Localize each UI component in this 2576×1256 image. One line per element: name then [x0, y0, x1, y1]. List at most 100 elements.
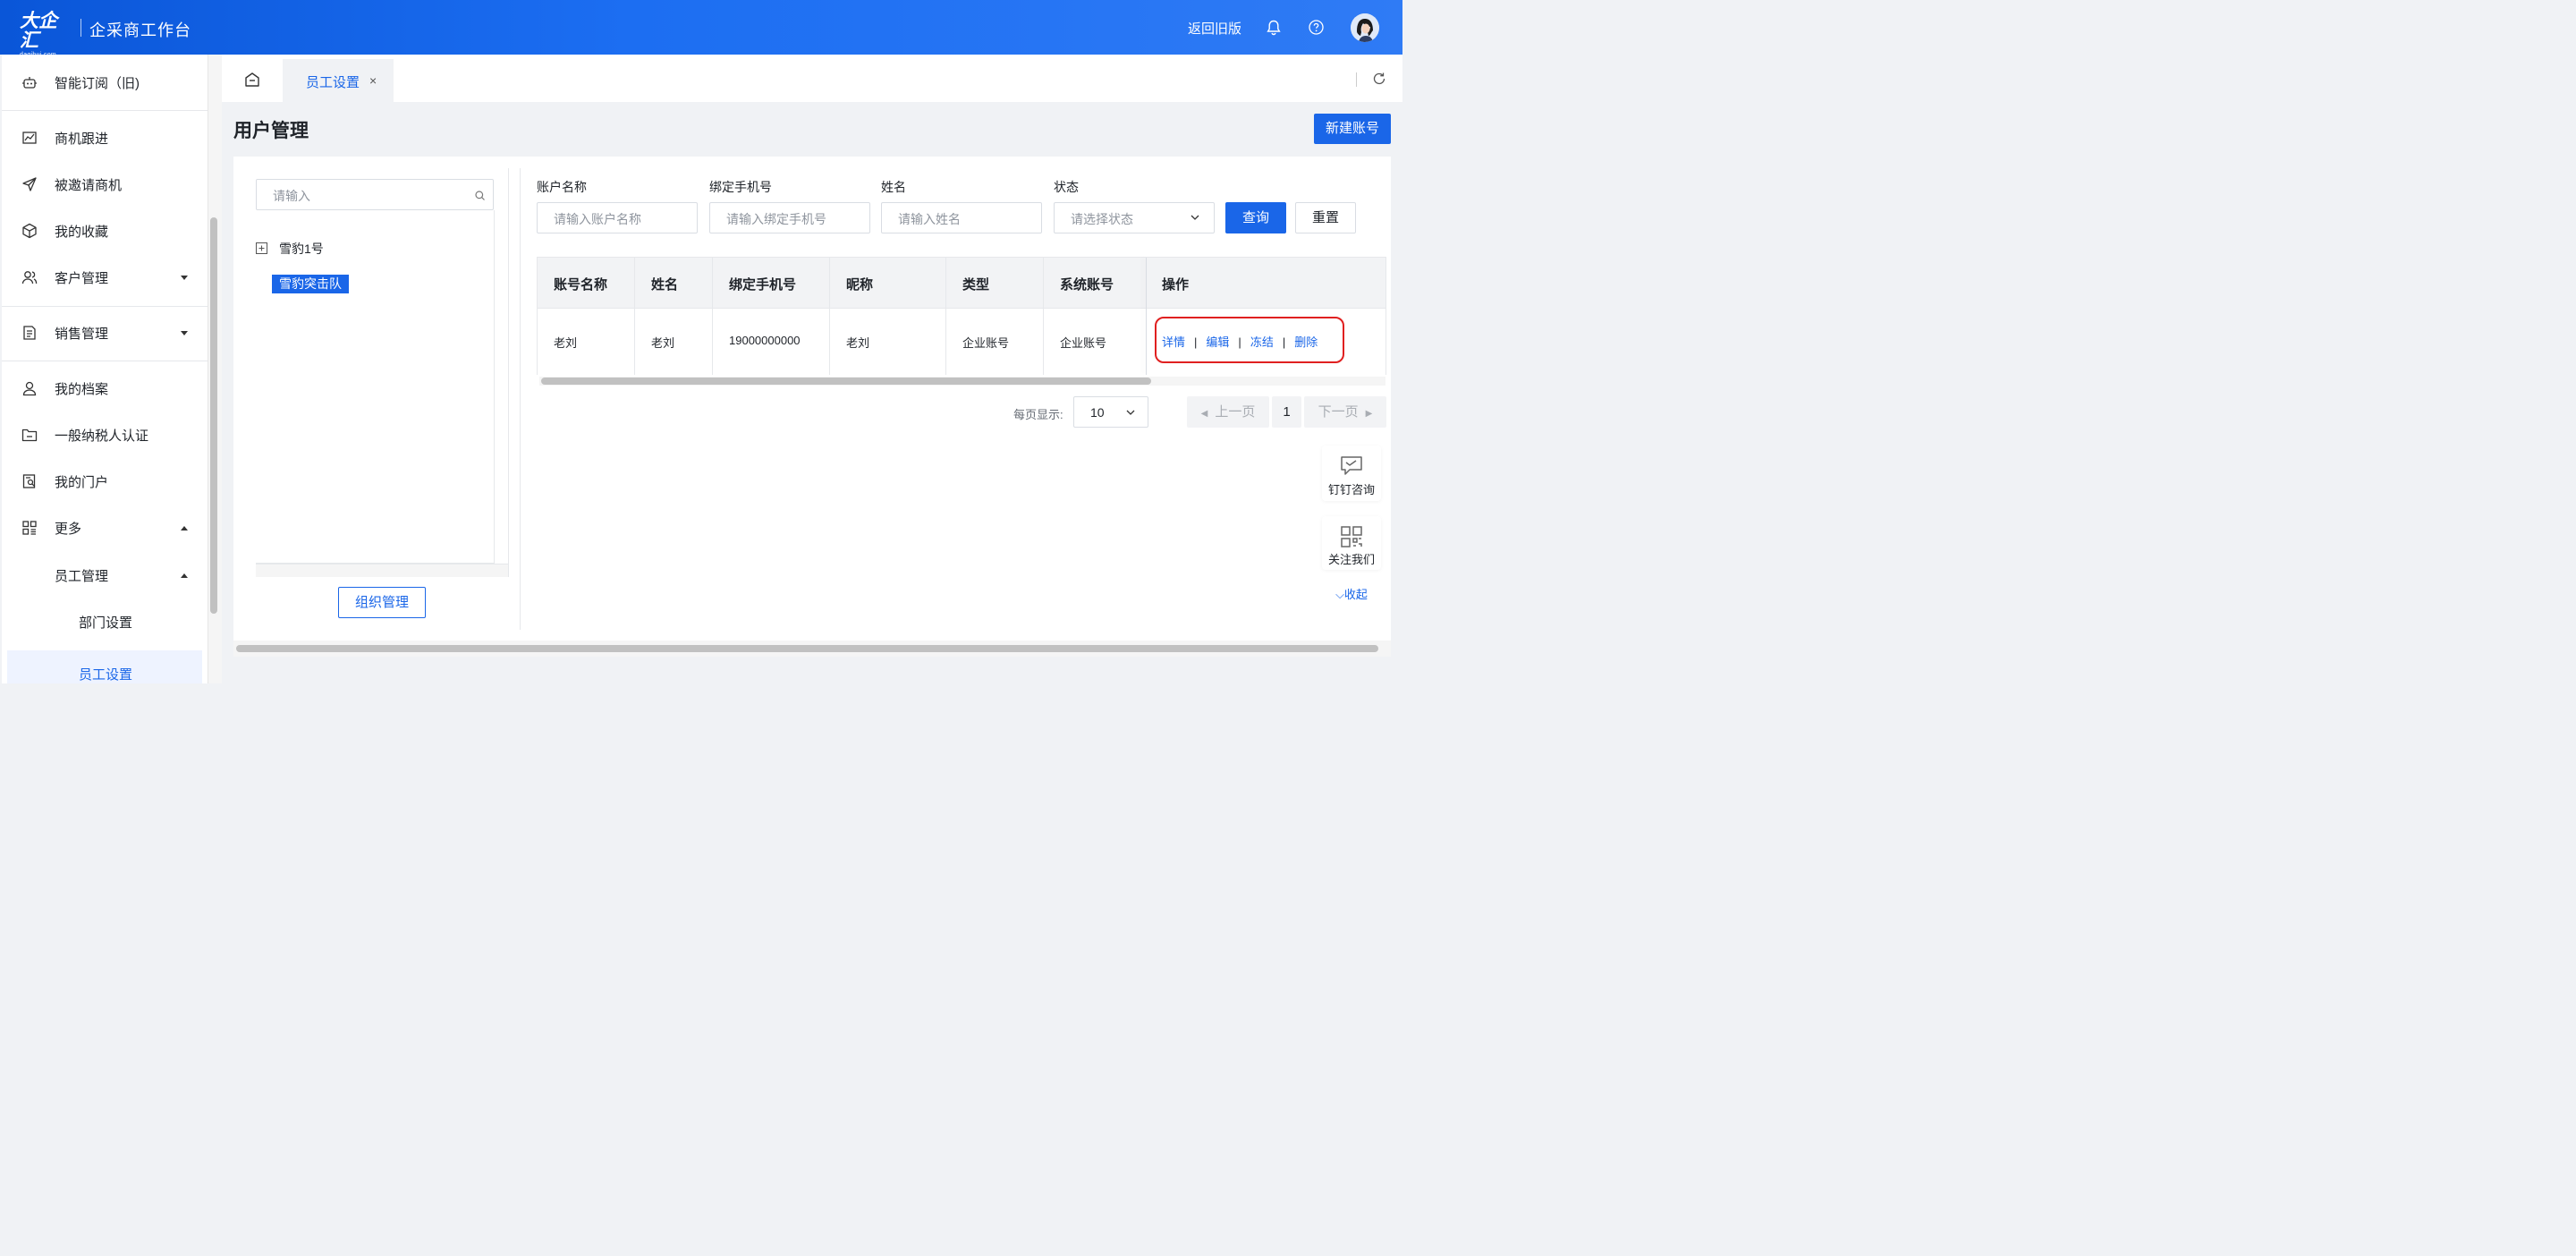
chevron-down-icon: [1191, 215, 1199, 220]
tab-home[interactable]: [222, 55, 283, 102]
sidebar-item-favorites[interactable]: 我的收藏: [2, 208, 208, 254]
users-icon: [21, 269, 38, 285]
chat-icon: [1341, 456, 1362, 475]
status-select[interactable]: 请选择状态: [1054, 202, 1215, 233]
sidebar-item-department-settings[interactable]: 部门设置: [2, 598, 208, 645]
input-placeholder: 请输入账户名称: [554, 212, 641, 226]
dingtalk-consult-button[interactable]: 钉钉咨询: [1322, 446, 1381, 501]
top-header: 大企汇 daqihui.com 企采商工作台 返回旧版: [0, 0, 1402, 59]
sidebar-item-label: 商机跟进: [55, 132, 109, 147]
table-header-cell: 系统账号: [1060, 277, 1114, 293]
caret-right-icon: ▶: [1365, 409, 1373, 419]
phone-input[interactable]: 请输入绑定手机号: [709, 202, 870, 233]
input-placeholder: 请输入姓名: [898, 212, 961, 226]
sidebar-item-employee-settings[interactable]: 员工设置: [7, 650, 202, 683]
phone-label: 绑定手机号: [709, 180, 772, 194]
follow-label: 关注我们: [1327, 553, 1375, 566]
tab-bar: 员工设置 ×: [222, 55, 1402, 102]
page-size-select[interactable]: 10: [1073, 396, 1148, 428]
chevron-up-icon: [181, 573, 188, 578]
table-cell: 老刘: [830, 309, 946, 375]
sidebar-item-customer-management[interactable]: 客户管理: [2, 254, 208, 301]
table-horizontal-scrollbar[interactable]: [539, 377, 1385, 386]
page-number-button[interactable]: 1: [1272, 396, 1301, 428]
user-avatar[interactable]: [1351, 13, 1379, 42]
tree-horizontal-scrollbar[interactable]: [256, 564, 508, 577]
page-size-label: 每页显示:: [1013, 408, 1063, 421]
sidebar-item-invited-opportunity[interactable]: 被邀请商机: [2, 161, 208, 208]
sidebar-item-taxpayer-certification[interactable]: 一般纳税人认证: [2, 412, 208, 458]
grid-icon: [21, 520, 38, 536]
sidebar-item-label: 我的收藏: [55, 225, 109, 240]
chevron-down-icon: [181, 331, 188, 335]
input-placeholder: 请输入绑定手机号: [726, 212, 826, 226]
page-size-value: 10: [1090, 405, 1105, 420]
next-page-button[interactable]: 下一页 ▶: [1304, 396, 1386, 428]
page-horizontal-scrollbar[interactable]: [233, 641, 1391, 657]
fixed-column-divider: [1146, 258, 1147, 375]
collapse-label: 收起: [1343, 588, 1368, 601]
search-icon: [475, 191, 485, 200]
sidebar-scrollbar-thumb[interactable]: [210, 217, 217, 614]
help-icon[interactable]: [1309, 20, 1324, 35]
table-cell: 老刘: [635, 309, 713, 375]
qr-code-icon: [1341, 526, 1362, 547]
sidebar-item-label: 智能订阅（旧): [55, 76, 140, 91]
reset-button[interactable]: 重置: [1295, 202, 1356, 233]
sidebar-item-label: 被邀请商机: [55, 178, 123, 193]
sidebar-item-label: 员工设置: [79, 667, 133, 683]
caret-left-icon: ◀: [1200, 409, 1208, 419]
folder-icon: [21, 427, 38, 443]
daqihui-logo[interactable]: 大企汇 daqihui.com: [20, 12, 73, 59]
tab-bar-divider: [1356, 72, 1357, 87]
table-cell: 企业账号: [1060, 336, 1107, 350]
tree-search-input[interactable]: 请输入: [256, 179, 494, 210]
prev-page-label: 上一页: [1215, 404, 1256, 420]
chevron-up-icon: [181, 526, 188, 530]
collapse-button[interactable]: ⌵收起: [1322, 583, 1381, 607]
prev-page-button[interactable]: ◀ 上一页: [1187, 396, 1269, 428]
bell-icon[interactable]: [1267, 20, 1281, 36]
sidebar-item-opportunity-followup[interactable]: 商机跟进: [2, 115, 208, 161]
tree-node-xuebao-team[interactable]: 雪豹突击队: [272, 275, 349, 293]
tab-employee-settings[interactable]: 员工设置 ×: [283, 59, 394, 102]
table-cell: 老刘: [538, 309, 635, 375]
highlight-annotation-box: [1155, 317, 1344, 363]
account-name-label: 账户名称: [537, 180, 587, 194]
sidebar-item-my-profile[interactable]: 我的档案: [2, 365, 208, 412]
sidebar-item-label: 销售管理: [55, 327, 109, 342]
panel-divider: [520, 168, 521, 630]
tree-search-placeholder: 请输入: [273, 189, 310, 203]
sidebar-item-label: 一般纳税人认证: [55, 429, 149, 444]
org-tree-panel: [256, 210, 495, 564]
table-header-cell: 昵称: [830, 258, 946, 308]
chevron-down-icon: ⌵: [1335, 588, 1344, 601]
sidebar-item-sales-management[interactable]: 销售管理: [2, 310, 208, 356]
account-name-input[interactable]: 请输入账户名称: [537, 202, 698, 233]
document-icon: [21, 325, 38, 341]
name-input[interactable]: 请输入姓名: [881, 202, 1042, 233]
expand-plus-icon[interactable]: [256, 242, 267, 254]
box-icon: [21, 223, 38, 239]
page-title: 用户管理: [233, 121, 309, 141]
app-title: 企采商工作台: [89, 21, 191, 39]
sidebar-item-label: 部门设置: [79, 615, 133, 631]
follow-us-button[interactable]: 关注我们: [1322, 516, 1381, 570]
close-icon[interactable]: ×: [369, 73, 377, 88]
return-old-version-link[interactable]: 返回旧版: [1188, 19, 1241, 38]
table-scrollbar-thumb[interactable]: [541, 378, 1151, 385]
page-scrollbar-thumb[interactable]: [236, 645, 1378, 652]
tree-node-label: 雪豹1号: [279, 242, 324, 256]
sidebar-item-more[interactable]: 更多: [2, 505, 208, 551]
user-icon: [21, 380, 38, 396]
sidebar-item-my-portal[interactable]: 我的门户: [2, 458, 208, 505]
new-account-button[interactable]: 新建账号: [1314, 114, 1391, 144]
sidebar-item-smart-subscribe[interactable]: 智能订阅（旧): [2, 59, 208, 106]
sidebar-item-label: 我的档案: [55, 382, 109, 397]
query-button[interactable]: 查询: [1225, 202, 1286, 233]
org-management-button[interactable]: 组织管理: [338, 587, 426, 618]
sidebar-item-employee-management[interactable]: 员工管理: [2, 552, 208, 598]
sidebar-item-label: 更多: [55, 522, 82, 537]
table-header-cell: 账号名称: [538, 258, 635, 308]
refresh-icon[interactable]: [1372, 72, 1386, 86]
